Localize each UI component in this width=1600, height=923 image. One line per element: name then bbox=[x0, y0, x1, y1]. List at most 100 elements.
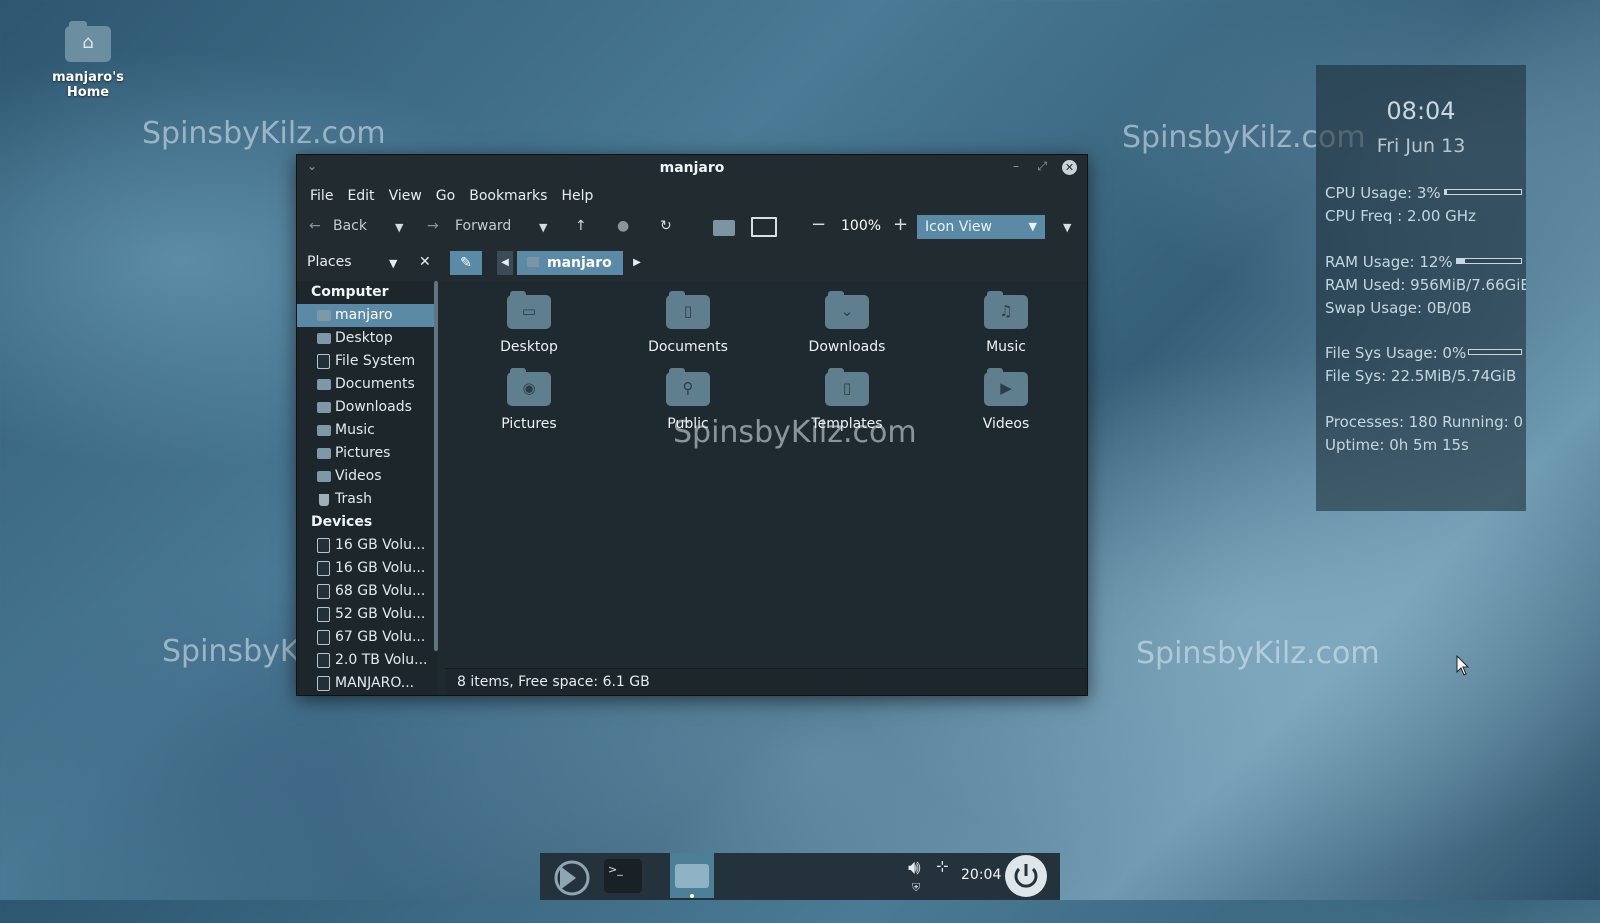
sidebar-item-trash[interactable]: Trash bbox=[297, 488, 437, 511]
file-item-music[interactable]: ♫ Music bbox=[936, 291, 1076, 355]
menu-view[interactable]: View bbox=[382, 188, 429, 204]
up-arrow-icon[interactable]: ↑ bbox=[575, 218, 587, 234]
ram-usage-bar-fill bbox=[1457, 259, 1465, 263]
sidebar-item-device[interactable]: 67 GB Volu... bbox=[297, 626, 437, 649]
menu-go[interactable]: Go bbox=[429, 188, 462, 204]
sidebar-header-devices: Devices bbox=[311, 514, 373, 530]
sidebar-item-device[interactable]: MANJARO... bbox=[297, 672, 437, 695]
sidebar-item-device[interactable]: 16 GB Volu... bbox=[297, 557, 437, 580]
mouse-pointer-icon bbox=[1456, 655, 1470, 676]
system-monitor-widget: 08:04 Fri Jun 13 CPU Usage: 3% CPU Freq … bbox=[1316, 65, 1526, 511]
computer-button-icon[interactable] bbox=[751, 217, 777, 237]
status-bar: 8 items, Free space: 6.1 GB bbox=[445, 668, 1087, 695]
cpu-usage-bar bbox=[1444, 189, 1522, 195]
home-crumb-icon bbox=[527, 257, 539, 267]
sidebar-item-device[interactable]: 16 GB Volu... bbox=[297, 534, 437, 557]
zoom-out-button[interactable]: − bbox=[811, 214, 826, 235]
toolbar-overflow-dropdown[interactable]: ▼ bbox=[1063, 221, 1071, 234]
folder-videos-icon: ▶ bbox=[984, 368, 1028, 406]
drive-icon bbox=[317, 676, 330, 691]
desktop-icon-label: manjaro's Home bbox=[52, 70, 124, 100]
watermark: SpinsbyKilz.com bbox=[1136, 636, 1380, 671]
folder-music-icon: ♫ bbox=[984, 291, 1028, 329]
forward-history-dropdown[interactable]: ▼ bbox=[539, 221, 547, 234]
folder-icon bbox=[317, 471, 331, 482]
close-sidebar-icon[interactable]: ✕ bbox=[419, 254, 431, 270]
sidebar-scrollbar[interactable] bbox=[434, 281, 438, 651]
shield-icon[interactable]: ⛨ bbox=[912, 881, 920, 923]
file-item-pictures[interactable]: ◉ Pictures bbox=[459, 368, 599, 432]
forward-button[interactable]: Forward bbox=[455, 218, 511, 234]
sidebar-item-documents[interactable]: Documents bbox=[297, 373, 437, 396]
menu-file[interactable]: File bbox=[303, 188, 340, 204]
view-mode-label: Icon View bbox=[925, 219, 992, 235]
sidebar-item-videos[interactable]: Videos bbox=[297, 465, 437, 488]
app-menu-launcher-icon[interactable] bbox=[550, 856, 594, 898]
reload-icon[interactable]: ↻ bbox=[660, 218, 672, 234]
sidebar-item-pictures[interactable]: Pictures bbox=[297, 442, 437, 465]
sidebar-item-music[interactable]: Music bbox=[297, 419, 437, 442]
breadcrumb-prev-button[interactable]: ◀ bbox=[497, 251, 513, 275]
location-bar: Places ▼ ✕ ✎ ◀ manjaro ▶ bbox=[297, 247, 1087, 281]
home-folder-icon: ⌂ bbox=[65, 21, 111, 62]
network-icon[interactable]: ⊹ bbox=[936, 857, 949, 899]
sidebar-item-device[interactable]: 52 GB Volu... bbox=[297, 603, 437, 626]
places-dropdown-icon[interactable]: ▼ bbox=[389, 257, 397, 270]
places-sidebar: Computer manjaro Desktop File System Doc… bbox=[297, 281, 437, 695]
trash-icon bbox=[319, 493, 329, 506]
terminal-app-icon[interactable]: >_ bbox=[604, 859, 642, 893]
view-mode-select[interactable]: Icon View ▼ bbox=[917, 215, 1045, 239]
file-view: ▭ Desktop ▯ Documents ⌄ Downloads ♫ Music ◉ P… bbox=[445, 281, 1087, 667]
file-item-documents[interactable]: ▯ Documents bbox=[618, 291, 758, 355]
sidebar-item-manjaro[interactable]: manjaro bbox=[297, 304, 435, 327]
menu-help[interactable]: Help bbox=[554, 188, 600, 204]
folder-templates-icon: ▯ bbox=[825, 368, 869, 406]
minimize-icon[interactable]: – bbox=[1013, 159, 1019, 173]
drive-icon bbox=[317, 584, 330, 599]
taskbar: >_ 🔊︎ ⛨ ⊹ 20:04 bbox=[540, 853, 1060, 900]
sidebar-item-device[interactable]: 2.0 TB Volu... bbox=[297, 649, 437, 672]
folder-icon bbox=[675, 864, 709, 888]
folder-documents-icon: ▯ bbox=[666, 291, 710, 329]
active-dot bbox=[690, 894, 694, 898]
back-history-dropdown[interactable]: ▼ bbox=[395, 221, 403, 234]
monitor-time: 08:04 bbox=[1386, 97, 1456, 125]
desktop-home-icon[interactable]: ⌂ manjaro's Home bbox=[32, 21, 144, 100]
menubar: File Edit View Go Bookmarks Help bbox=[297, 183, 1087, 209]
menu-edit[interactable]: Edit bbox=[340, 188, 381, 204]
close-icon[interactable]: ✕ bbox=[1062, 160, 1077, 175]
edit-location-button[interactable]: ✎ bbox=[450, 251, 482, 275]
breadcrumb-label: manjaro bbox=[547, 255, 612, 271]
sidebar-item-file-system[interactable]: File System bbox=[297, 350, 437, 373]
drive-icon bbox=[317, 538, 330, 553]
forward-arrow-icon[interactable]: → bbox=[427, 218, 439, 234]
drive-icon bbox=[317, 607, 330, 622]
sidebar-item-desktop[interactable]: Desktop bbox=[297, 327, 437, 350]
file-item-videos[interactable]: ▶ Videos bbox=[936, 368, 1076, 432]
folder-icon bbox=[317, 402, 331, 413]
toolbar: ← Back ▼ → Forward ▼ ↑ ● ↻ − 100% + Icon… bbox=[297, 209, 1087, 247]
zoom-level: 100% bbox=[841, 218, 882, 234]
cpu-freq: CPU Freq : 2.00 GHz bbox=[1325, 207, 1476, 225]
file-manager-window: ⌄ manjaro – ⤢ ✕ File Edit View Go Bookma… bbox=[296, 154, 1088, 696]
taskbar-clock[interactable]: 20:04 bbox=[961, 867, 1001, 883]
menu-bookmarks[interactable]: Bookmarks bbox=[462, 188, 554, 204]
zoom-in-button[interactable]: + bbox=[893, 214, 908, 235]
breadcrumb[interactable]: manjaro bbox=[517, 251, 623, 275]
stop-icon[interactable]: ● bbox=[617, 218, 629, 234]
breadcrumb-next-button[interactable]: ▶ bbox=[629, 251, 645, 275]
file-item-desktop[interactable]: ▭ Desktop bbox=[459, 291, 599, 355]
back-arrow-icon[interactable]: ← bbox=[309, 218, 321, 234]
maximize-icon[interactable]: ⤢ bbox=[1037, 159, 1047, 174]
file-item-downloads[interactable]: ⌄ Downloads bbox=[777, 291, 917, 355]
places-selector[interactable]: Places bbox=[307, 254, 352, 270]
drive-icon bbox=[317, 653, 330, 668]
folder-public-icon: ⚲ bbox=[666, 368, 710, 406]
sidebar-item-downloads[interactable]: Downloads bbox=[297, 396, 437, 419]
file-manager-app-icon[interactable] bbox=[670, 853, 714, 898]
sidebar-item-device[interactable]: 68 GB Volu... bbox=[297, 580, 437, 603]
back-button[interactable]: Back bbox=[333, 218, 367, 234]
titlebar[interactable]: ⌄ manjaro – ⤢ ✕ bbox=[297, 155, 1087, 183]
home-button-icon[interactable] bbox=[713, 220, 735, 236]
power-icon[interactable] bbox=[1005, 855, 1047, 897]
